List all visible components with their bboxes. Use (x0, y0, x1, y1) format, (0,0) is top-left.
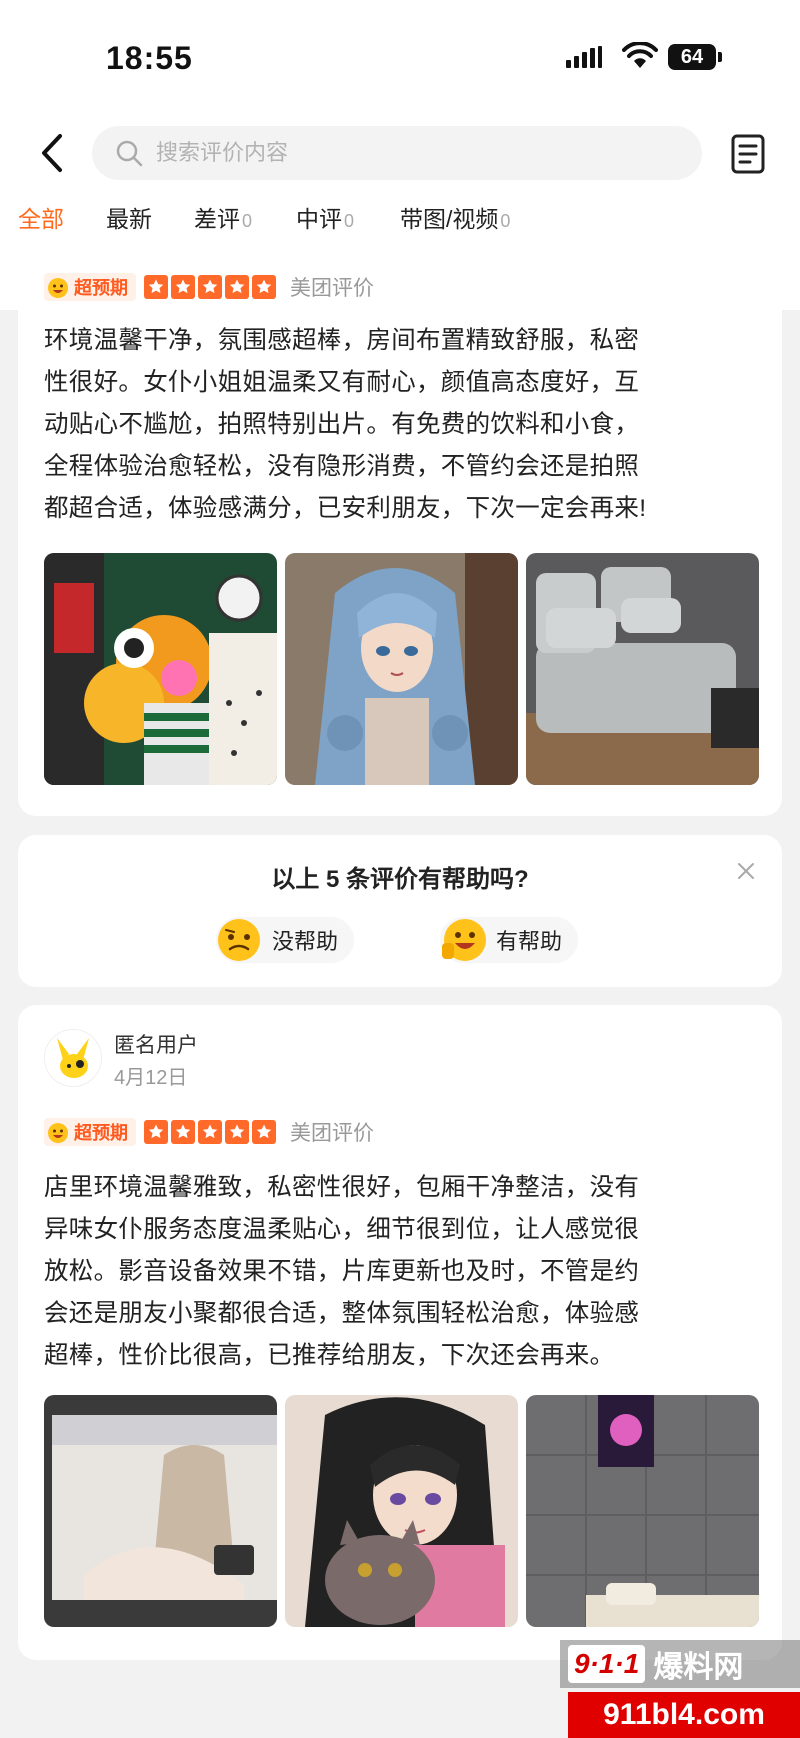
star-icon (171, 1120, 195, 1144)
review-card: 匿名用户 4月12日 超预期 美团评价 店里环境温馨雅致，私密性很好，包厢干净整… (18, 1005, 782, 1660)
review-line: 放松。影音设备效果不错，片库更新也及时，不管是约 (44, 1258, 640, 1285)
exceeds-expectation-badge: 超预期 (44, 273, 136, 301)
review-line: 性很好。女仆小姐姐温柔又有耐心，颜值高态度好，互 (44, 369, 640, 396)
review-tags: 超预期 美团评价 (44, 272, 374, 302)
review-line: 全程体验治愈轻松，没有隐形消费，不管约会还是拍照 (44, 453, 640, 480)
star-icon (225, 1120, 249, 1144)
review-text: 环境温馨干净，氛围感超棒，房间布置精致舒服，私密 性很好。女仆小姐姐温柔又有耐心… (44, 320, 758, 530)
cellular-signal-icon (566, 46, 602, 68)
wifi-icon (622, 42, 658, 68)
battery-tip (718, 52, 722, 62)
star-icon (252, 275, 276, 299)
review-line: 会还是朋友小聚都很合适，整体氛围轻松治愈，体验感 (44, 1300, 640, 1327)
tab-count: 0 (242, 211, 253, 231)
review-line: 异味女仆服务态度温柔贴心，细节很到位，让人感觉很 (44, 1216, 640, 1243)
review-tags: 超预期 美团评价 (44, 1117, 374, 1147)
review-text: 店里环境温馨雅致，私密性很好，包厢干净整洁，没有 异味女仆服务态度温柔贴心，细节… (44, 1167, 758, 1377)
tab-count: 0 (344, 211, 355, 231)
review-photo-sofa[interactable] (526, 553, 759, 785)
status-time: 18:55 (106, 40, 193, 76)
status-bar: 18:55 64 (0, 0, 800, 110)
not-helpful-button[interactable]: 没帮助 (216, 917, 355, 963)
star-icon (171, 275, 195, 299)
watermark: 9·1·1 爆料网 911bl4.com (560, 1640, 800, 1738)
helpful-question: 以上 5 条评价有帮助吗? (271, 866, 529, 893)
badge-label: 超预期 (74, 278, 128, 298)
review-line: 动贴心不尴尬，拍照特别出片。有免费的饮料和小食， (44, 411, 640, 438)
review-photo-mural[interactable] (44, 553, 277, 785)
review-date: 4月12日 (114, 1067, 188, 1089)
review-line: 超棒，性价比很高，已推荐给朋友，下次还会再来。 (44, 1342, 615, 1369)
helpful-feedback-card: 以上 5 条评价有帮助吗? 没帮助 有帮助 (18, 835, 782, 987)
review-line: 都超合适，体验感满分，已安利朋友，下次一定会再来! (44, 495, 647, 522)
badge-label: 超预期 (74, 1123, 128, 1143)
tab-label: 最新 (106, 206, 152, 232)
user-name: 匿名用户 (114, 1034, 198, 1057)
battery-level: 64 (668, 44, 716, 70)
tab-label: 全部 (18, 206, 64, 232)
thumbs-up-face-icon (442, 919, 486, 961)
review-source: 美团评价 (290, 277, 374, 300)
watermark-logo: 9·1·1 (568, 1645, 646, 1683)
document-list-icon[interactable] (728, 132, 768, 176)
star-icon (198, 1120, 222, 1144)
helpful-label: 有帮助 (496, 929, 563, 954)
review-line: 店里环境温馨雅致，私密性很好，包厢干净整洁，没有 (44, 1174, 640, 1201)
star-icon (144, 275, 168, 299)
star-rating (144, 275, 276, 299)
review-source: 美团评价 (290, 1122, 374, 1145)
star-icon (144, 1120, 168, 1144)
search-input[interactable]: 搜索评价内容 (156, 126, 288, 180)
filter-tabs: 全部 最新 差评 0 中评 0 带图/视频 0 (0, 194, 800, 244)
tab-label: 带图/视频 (400, 206, 499, 232)
review-photo-projector-screen[interactable] (44, 1395, 277, 1627)
review-card: 超预期 美团评价 环境温馨干净，氛围感超棒，房间布置精致舒服，私密 性很好。女仆… (18, 256, 782, 816)
search-icon (116, 140, 143, 167)
happy-face-icon (48, 278, 68, 298)
tab-neutral[interactable]: 中评 0 (296, 194, 354, 244)
not-helpful-label: 没帮助 (272, 929, 339, 954)
back-arrow-icon[interactable] (32, 128, 72, 178)
review-photo-anime-poster[interactable] (285, 553, 518, 785)
tab-latest[interactable]: 最新 (106, 194, 152, 244)
star-rating (144, 1120, 276, 1144)
confused-face-icon (218, 919, 260, 961)
tab-with-media[interactable]: 带图/视频 0 (400, 194, 510, 244)
close-icon[interactable] (734, 859, 758, 883)
watermark-banner: 9·1·1 爆料网 (560, 1640, 800, 1688)
watermark-url: 911bl4.com (568, 1692, 800, 1738)
watermark-name: 爆料网 (653, 1651, 744, 1684)
tab-label: 中评 (296, 206, 342, 232)
review-line: 环境温馨干净，氛围感超棒，房间布置精致舒服，私密 (44, 327, 640, 354)
review-photos (44, 553, 759, 785)
happy-face-icon (48, 1123, 68, 1143)
tab-all[interactable]: 全部 (18, 194, 64, 244)
star-icon (252, 1120, 276, 1144)
tab-label: 差评 (194, 206, 240, 232)
tab-count: 0 (500, 211, 511, 231)
star-icon (198, 275, 222, 299)
search-box[interactable]: 搜索评价内容 (92, 126, 702, 180)
helpful-button[interactable]: 有帮助 (440, 917, 579, 963)
tab-negative[interactable]: 差评 0 (194, 194, 252, 244)
review-photo-anime-girl-cat[interactable] (285, 1395, 518, 1627)
review-photos (44, 1395, 759, 1627)
review-photo-room-wall[interactable] (526, 1395, 759, 1627)
avatar[interactable] (44, 1029, 102, 1087)
star-icon (225, 275, 249, 299)
exceeds-expectation-badge: 超预期 (44, 1118, 136, 1146)
